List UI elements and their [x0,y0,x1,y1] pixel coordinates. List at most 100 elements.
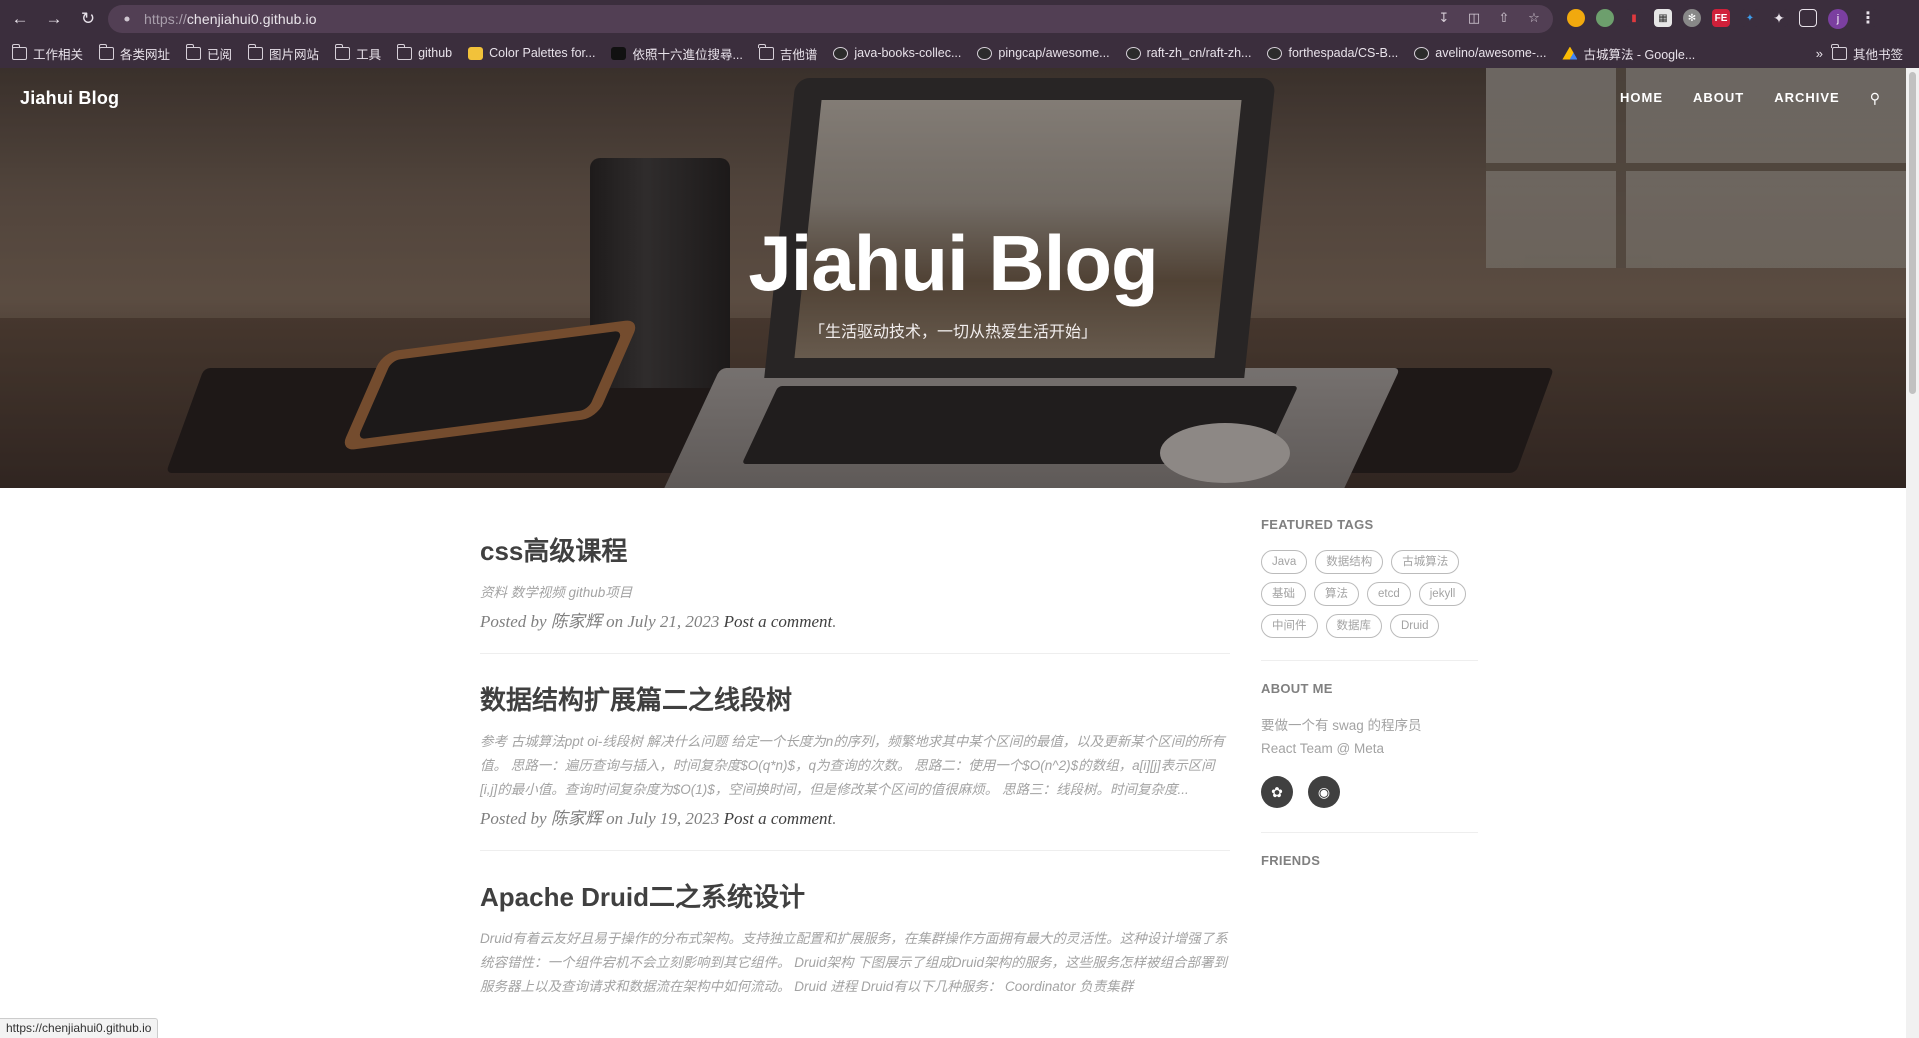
extensions-puzzle-icon[interactable]: ✦ [1770,9,1788,27]
tag-pill[interactable]: 数据结构 [1315,550,1384,574]
github-icon [833,46,849,60]
tag-pill[interactable]: 基础 [1261,582,1306,606]
bookmark-label: Color Palettes for... [489,46,596,60]
menu-kebab-icon[interactable]: ⋮ [1859,9,1877,27]
github-icon [1414,46,1430,60]
post-comment-link[interactable]: Post a comment [724,809,833,828]
bookmark-item[interactable]: pingcap/awesome... [977,46,1110,60]
bookmark-item[interactable]: 图片网站 [247,43,320,63]
bookmark-item[interactable]: avelino/awesome-... [1414,46,1546,60]
about-me-heading: ABOUT ME [1261,681,1333,696]
side-panel-icon[interactable] [1799,9,1817,27]
web-page: Jiahui Blog HOME ABOUT ARCHIVE ⚲ Jiahui … [0,68,1906,1038]
bookmark-label: pingcap/awesome... [998,46,1110,60]
profile-avatar[interactable]: j [1828,9,1848,29]
bookmark-item[interactable]: 已阅 [185,43,233,63]
site-info-icon[interactable]: ⚫ [120,12,134,26]
bookmark-item[interactable]: 吉他谱 [758,43,818,63]
extension-circle-icon[interactable] [1596,9,1614,27]
bookmark-label: 依照十六進位搜尋... [632,47,743,62]
post-date: July 21, 2023 [627,612,720,631]
back-button[interactable]: ← [6,5,34,33]
install-app-icon[interactable]: ↧ [1435,9,1453,27]
drive-icon [1562,46,1578,60]
github-icon [1125,46,1141,60]
tag-pill[interactable]: 中间件 [1261,614,1318,638]
github-icon [977,46,993,60]
extension-chart-icon[interactable]: ▮ [1625,9,1643,27]
about-me-text: 要做一个有 swag 的程序员 React Team @ Meta [1261,714,1478,760]
about-line-1: 要做一个有 swag 的程序员 [1261,718,1422,733]
extension-bird-icon[interactable]: ✦ [1741,9,1759,27]
extension-gear-icon[interactable]: ✻ [1683,9,1701,27]
bookmark-item[interactable]: java-books-collec... [833,46,961,60]
bookmark-label: 图片网站 [269,47,320,62]
post-preview: css高级课程 资料 数学视频 github项目 Posted by 陈家辉 o… [480,535,1230,654]
post-excerpt[interactable]: 参考 古城算法ppt oi-线段树 解决什么问题 给定一个长度为n的序列，频繁地… [480,730,1230,802]
bookmarks-bar: 工作相关 各类网址 已阅 图片网站 工具 github Color Palettes for… [0,41,1919,65]
address-bar-actions: ↧ ◫ ⇧ ☆ [1435,9,1543,27]
nav-home[interactable]: HOME [1620,90,1663,107]
tag-pill[interactable]: 古城算法 [1391,550,1460,574]
tag-pill[interactable]: 算法 [1314,582,1359,606]
tag-pill[interactable]: 数据库 [1325,614,1382,638]
about-line-2: React Team @ Meta [1261,741,1385,756]
bookmarks-overflow-button[interactable]: » [1816,46,1823,61]
bookmark-item[interactable]: 工作相关 [11,43,84,63]
site-nav: HOME ABOUT ARCHIVE ⚲ [1590,90,1881,107]
bookmark-item[interactable]: github [396,43,452,60]
site-brand-link[interactable]: Jiahui Blog [20,88,119,109]
folder-icon [1831,43,1847,60]
nav-about[interactable]: ABOUT [1693,90,1744,107]
translate-icon[interactable]: ◫ [1465,9,1483,27]
other-bookmarks-label: 其他书签 [1852,47,1903,62]
bookmark-item[interactable]: raft-zh_cn/raft-zh... [1125,46,1251,60]
bookmark-item[interactable]: forthespada/CS-B... [1267,46,1398,60]
post-title-link[interactable]: css高级课程 [480,535,1230,567]
page-scrollbar[interactable] [1906,68,1919,1038]
bookmark-label: 已阅 [207,47,233,62]
extension-color-icon[interactable] [1567,9,1585,27]
bookmark-item[interactable]: 依照十六進位搜尋... [611,44,743,63]
bookmark-item[interactable]: 工具 [334,43,381,63]
weibo-icon[interactable]: ✿ [1261,776,1293,808]
tag-pill[interactable]: jekyll [1418,582,1467,606]
post-title-link[interactable]: Apache Druid二之系统设计 [480,881,1230,913]
reload-button[interactable]: ↻ [74,5,102,33]
bookmark-label: 吉他谱 [779,47,818,62]
bookmark-item[interactable]: 各类网址 [98,43,171,63]
nav-archive[interactable]: ARCHIVE [1774,90,1840,107]
posted-by-label: Posted by [480,612,547,631]
other-bookmarks-folder[interactable]: 其他书签 [1831,41,1903,65]
scrollbar-thumb[interactable] [1909,72,1916,394]
url-text[interactable]: https://chenjiahui0.github.io [144,11,317,27]
status-bar-url: https://chenjiahui0.github.io [0,1018,159,1038]
folder-icon [396,43,413,60]
post-excerpt[interactable]: Druid有着云友好且易于操作的分布式架构。支持独立配置和扩展服务，在集群操作方… [480,927,1230,999]
post-author: 陈家辉 [550,612,602,631]
bookmark-label: 各类网址 [120,47,171,62]
search-icon[interactable]: ⚲ [1870,90,1881,107]
extension-fe-icon[interactable]: FE [1712,9,1730,27]
featured-tags-heading: FEATURED TAGS [1261,517,1374,532]
bookmark-star-icon[interactable]: ☆ [1525,9,1543,27]
tag-pill[interactable]: etcd [1367,582,1411,606]
bookmark-item[interactable]: Color Palettes for... [468,46,595,60]
tag-pill[interactable]: Java [1261,550,1308,574]
bookmark-label: 工作相关 [33,47,84,62]
post-comment-link[interactable]: Post a comment [724,612,833,631]
favicon-icon [468,46,484,60]
bookmark-item[interactable]: 古城算法 - Google... [1562,44,1695,63]
address-bar[interactable]: ⚫ https://chenjiahui0.github.io ↧ ◫ ⇧ ☆ [108,5,1553,33]
tag-pill[interactable]: Druid [1390,614,1440,638]
share-icon[interactable]: ⇧ [1495,9,1513,27]
extension-qr-icon[interactable]: ▦ [1654,9,1672,27]
post-excerpt[interactable]: 资料 数学视频 github项目 [480,581,1230,605]
social-links: ✿ ◉ [1261,776,1478,833]
github-icon[interactable]: ◉ [1308,776,1340,808]
tag-cloud: Java 数据结构 古城算法基础 算法 etcd jekyll 中间件 数据库 Druid [1261,550,1478,661]
folder-icon [758,43,774,60]
forward-button[interactable]: → [40,5,68,33]
on-label: on [606,612,624,631]
post-title-link[interactable]: 数据结构扩展篇二之线段树 [480,684,1230,716]
